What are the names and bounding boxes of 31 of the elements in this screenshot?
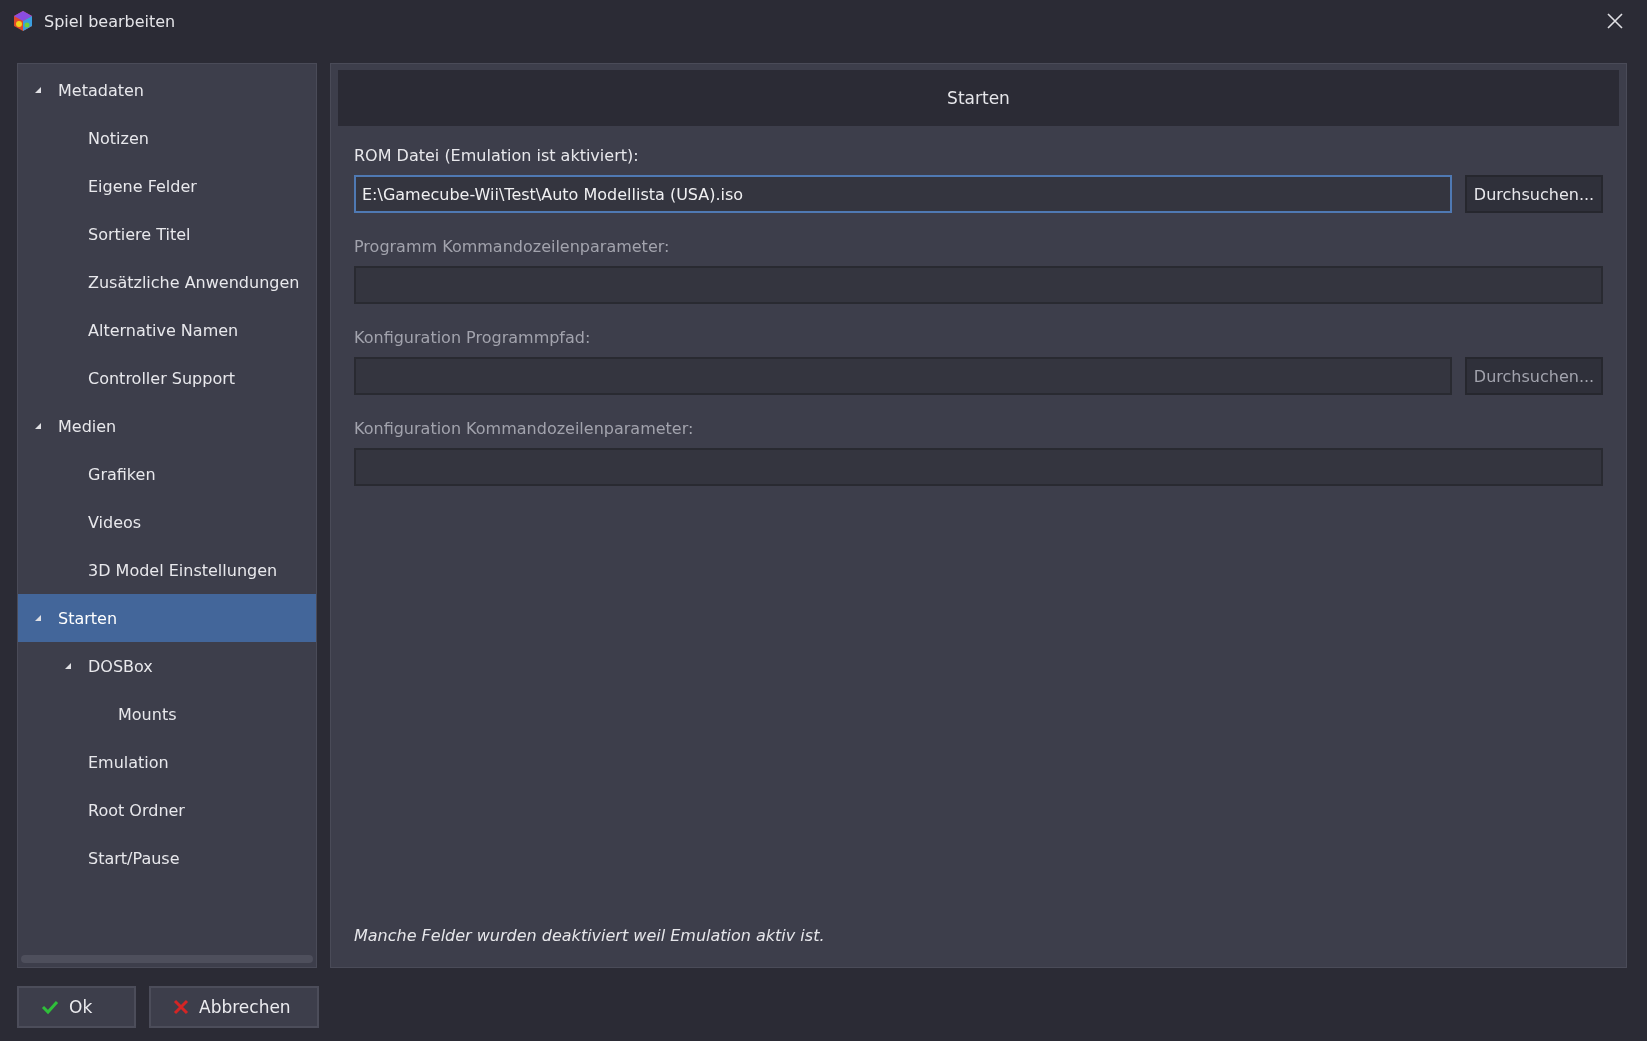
tree-item[interactable]: Emulation: [18, 738, 316, 786]
tree-item[interactable]: Alternative Namen: [18, 306, 316, 354]
tree-item[interactable]: Root Ordner: [18, 786, 316, 834]
tree-item[interactable]: Start/Pause: [18, 834, 316, 882]
cross-icon: [173, 999, 189, 1015]
tree-item[interactable]: Videos: [18, 498, 316, 546]
tree-item[interactable]: Sortiere Titel: [18, 210, 316, 258]
tree-item[interactable]: Controller Support: [18, 354, 316, 402]
window-title: Spiel bearbeiten: [44, 11, 176, 31]
app-logo-icon: [12, 10, 34, 32]
panel-header: Starten: [338, 70, 1619, 126]
checkmark-icon: [41, 999, 59, 1015]
info-note: Manche Felder wurden deaktiviert weil Emulation aktiv ist.: [353, 926, 826, 947]
tree-item[interactable]: Mounts: [18, 690, 316, 738]
tree-item[interactable]: Metadaten: [18, 66, 316, 114]
tree-item[interactable]: Eigene Felder: [18, 162, 316, 210]
field-label: Programm Kommandozeilenparameter:: [354, 237, 670, 256]
tree-item[interactable]: 3D Model Einstellungen: [18, 546, 316, 594]
tree-item[interactable]: Starten: [18, 594, 316, 642]
field-label: Konfiguration Kommandozeilenparameter:: [354, 419, 694, 438]
tree-item[interactable]: Notizen: [18, 114, 316, 162]
tree-item[interactable]: Zusätzliche Anwendungen: [18, 258, 316, 306]
tree-item[interactable]: DOSBox: [18, 642, 316, 690]
field-label: ROM Datei (Emulation ist aktiviert):: [354, 146, 639, 165]
field-label: Konfiguration Programmpfad:: [354, 328, 591, 347]
browse-button[interactable]: Durchsuchen...: [1465, 175, 1603, 213]
ok-button[interactable]: Ok: [17, 986, 136, 1028]
cancel-button[interactable]: Abbrechen: [149, 986, 319, 1028]
tree-item[interactable]: Grafiken: [18, 450, 316, 498]
tree-item[interactable]: Medien: [18, 402, 316, 450]
input-field[interactable]: E:\Gamecube-Wii\Test\Auto Modellista (USA).iso: [354, 175, 1452, 213]
